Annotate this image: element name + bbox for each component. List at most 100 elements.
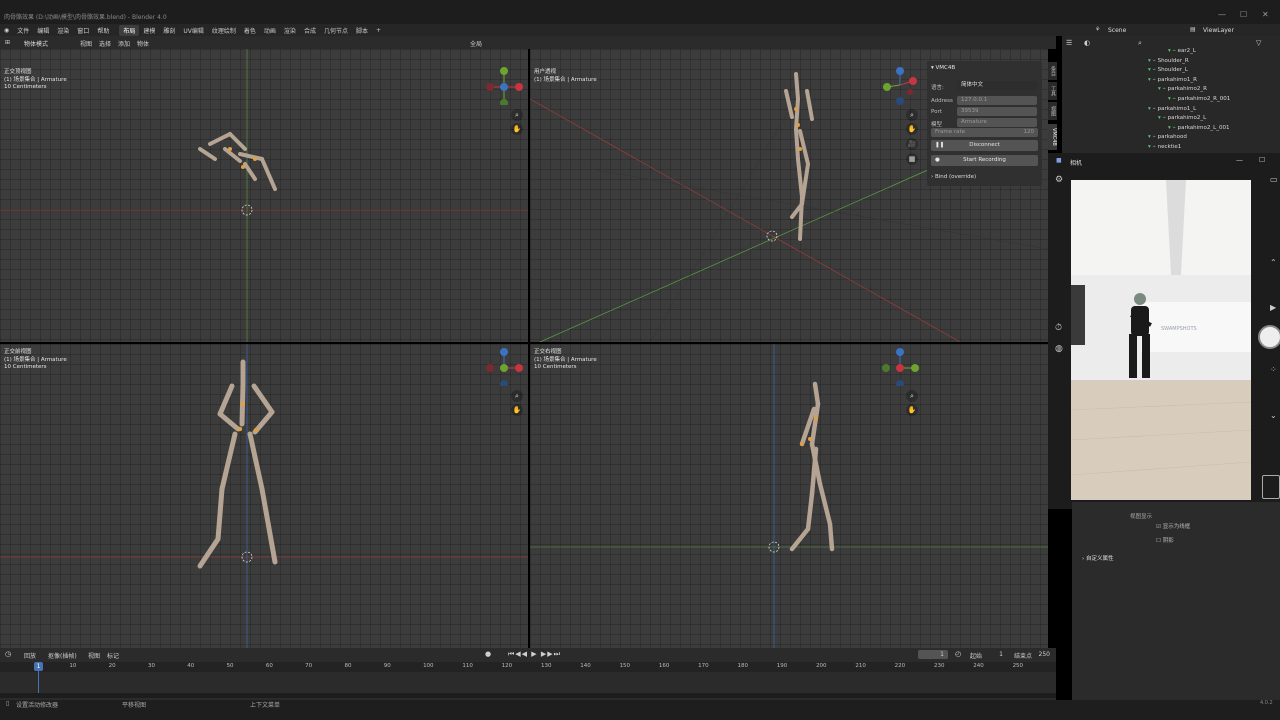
minimize-icon[interactable]: — (1236, 156, 1243, 164)
blender-logo-icon[interactable]: ◉ (0, 27, 13, 34)
outliner-row[interactable]: ▾ ⌁ ear2_L (1168, 48, 1196, 54)
end-frame-field[interactable]: 250 (1032, 650, 1050, 659)
maximize-icon[interactable]: ☐ (1259, 156, 1265, 164)
record-keys-icon[interactable]: ● (485, 650, 491, 658)
add-workspace-icon[interactable]: + (372, 26, 385, 35)
viewport-front[interactable]: 正交前视图 (1) 场景集合 | Armature 10 Centimeters… (0, 344, 528, 648)
grid-icon[interactable]: ⁘ (1270, 365, 1277, 374)
chevron-up-icon[interactable]: ⌃ (1270, 258, 1277, 267)
zoom-icon[interactable]: ⌕ (906, 390, 918, 402)
timer-icon[interactable]: ⏱ (1055, 323, 1062, 333)
playhead[interactable]: 1 (34, 662, 43, 671)
menu-select[interactable]: 选择 (99, 39, 111, 48)
model-field[interactable]: Armature (957, 118, 1037, 127)
pan-hand-icon[interactable]: ✋ (511, 404, 523, 416)
view-layer-name[interactable]: ViewLayer (1203, 27, 1234, 34)
outliner-row[interactable]: ▾ ⌁ Shoulder_L (1148, 67, 1188, 73)
menu-object[interactable]: 物体 (137, 39, 149, 48)
start-frame-field[interactable]: 1 (985, 650, 1003, 659)
bind-override-toggle[interactable]: › Bind (override) (931, 174, 976, 180)
perspective-toggle-icon[interactable]: ▦ (906, 153, 918, 165)
menu-view[interactable]: 视图 (80, 39, 92, 48)
outliner-row[interactable]: ▾ ⌁ parkahimo2_R_001 (1168, 96, 1230, 102)
axis-gizmo-icon[interactable] (880, 346, 920, 386)
camera-view-icon[interactable]: 🎥 (906, 138, 918, 150)
tab-uv-editing[interactable]: UV编辑 (179, 25, 208, 36)
menu-marker[interactable]: 标记 (107, 651, 119, 660)
zoom-icon[interactable]: ⌕ (906, 109, 918, 121)
tab-sculpting[interactable]: 雕刻 (159, 25, 179, 36)
outliner-row[interactable]: ▾ ⌁ Shoulder_R (1148, 58, 1189, 64)
outliner-row[interactable]: ▾ ⌁ necktie1 (1148, 144, 1181, 150)
filter-display-icon[interactable]: ◐ (1084, 39, 1090, 47)
menu-help[interactable]: 帮助 (93, 26, 113, 35)
outliner-editor-icon[interactable]: ☰ (1066, 39, 1072, 47)
playback-controls[interactable]: ⏮◀◀ ▶ ▶▶⏭ (508, 650, 561, 659)
tab-shading[interactable]: 着色 (240, 25, 260, 36)
menu-view[interactable]: 视图 (88, 651, 100, 660)
menu-add[interactable]: 添加 (118, 39, 130, 48)
tab-compositing[interactable]: 合成 (300, 25, 320, 36)
mode-select[interactable]: 物体模式 (24, 39, 48, 48)
tab-scripting[interactable]: 脚本 (352, 25, 372, 36)
outliner-row[interactable]: ▾ ⌁ parkahimo1_L (1148, 106, 1196, 112)
zoom-icon[interactable]: ⌕ (511, 109, 523, 121)
wireframe-checkbox[interactable]: ☑ 显示为线框 (1156, 522, 1190, 530)
menu-edit[interactable]: 编辑 (33, 26, 53, 35)
close-icon[interactable]: ✕ (1262, 10, 1269, 19)
scene-name[interactable]: Scene (1108, 27, 1126, 34)
sidebar-tab-view[interactable]: 视图 (1048, 102, 1057, 120)
language-select[interactable]: 简体中文 (957, 81, 1037, 90)
chevron-down-icon[interactable]: ⌄ (1270, 411, 1277, 420)
axis-gizmo-icon[interactable] (484, 346, 524, 386)
search-icon[interactable]: ⌕ (1138, 39, 1142, 48)
outliner-row[interactable]: ▾ ⌁ parkahimo2_R (1158, 86, 1207, 92)
menu-window[interactable]: 窗口 (73, 26, 93, 35)
hdr-icon[interactable]: ◍ (1055, 344, 1063, 354)
current-frame-field[interactable]: 1 (918, 650, 948, 659)
outliner-row[interactable]: ▾ ⌁ parkahimo1_R (1148, 77, 1197, 83)
tab-rendering[interactable]: 渲染 (280, 25, 300, 36)
sidebar-tab-vmc4b[interactable]: VMC4B (1048, 124, 1057, 150)
gallery-thumbnail[interactable] (1262, 475, 1280, 499)
tab-animation[interactable]: 动画 (260, 25, 280, 36)
video-mode-icon[interactable]: ▶ (1270, 303, 1276, 312)
timeline-scrollbar[interactable] (0, 693, 1056, 698)
address-field[interactable]: 127.0.0.1 (957, 96, 1037, 105)
tab-layout[interactable]: 布局 (119, 24, 140, 36)
settings-gear-icon[interactable]: ⚙ (1055, 175, 1063, 185)
viewport-top[interactable]: 正交顶视图 (1) 场景集合 | Armature 10 Centimeters… (0, 49, 528, 342)
frame-rate-field[interactable]: Frame rate 120 (931, 128, 1038, 137)
panel-title[interactable]: ▾ VMC4B (931, 65, 955, 71)
menu-playback[interactable]: 回放 (24, 651, 36, 660)
outliner-row[interactable]: ▾ ⌁ parkahimo2_L_001 (1168, 125, 1229, 131)
port-field[interactable]: 39539 (957, 107, 1037, 116)
viewport-right[interactable]: 正交右视图 (1) 场景集合 | Armature 10 Centimeters… (530, 344, 1048, 648)
axis-gizmo-icon[interactable] (880, 65, 920, 105)
tab-geometry-nodes[interactable]: 几何节点 (320, 25, 352, 36)
shadow-checkbox[interactable]: ☐ 阴影 (1156, 536, 1174, 544)
menu-render[interactable]: 渲染 (53, 26, 73, 35)
custom-properties-section[interactable]: › 自定义属性 (1082, 554, 1113, 562)
scene-icon[interactable]: ⚘ (1095, 26, 1100, 33)
tab-texture-paint[interactable]: 纹理绘制 (208, 25, 240, 36)
ratio-icon[interactable]: ▭ (1270, 175, 1278, 184)
pan-hand-icon[interactable]: ✋ (906, 404, 918, 416)
sidebar-tab-tool[interactable]: 工具 (1048, 82, 1057, 100)
pan-hand-icon[interactable]: ✋ (511, 123, 523, 135)
transform-orientation[interactable]: 全局 (470, 39, 482, 48)
shutter-button[interactable] (1258, 325, 1280, 349)
tab-modeling[interactable]: 建模 (139, 25, 159, 36)
view-layer-icon[interactable]: ▤ (1190, 26, 1196, 33)
disconnect-button[interactable]: ❚❚ Disconnect (931, 140, 1038, 151)
editor-type-icon[interactable]: ⊞ (5, 39, 10, 46)
axis-gizmo-icon[interactable] (484, 65, 524, 105)
sidebar-tab-item[interactable]: 条目 (1048, 62, 1057, 80)
timeline-editor-icon[interactable]: ◷ (5, 650, 11, 658)
preview-range-icon[interactable]: ◴ (955, 650, 961, 658)
minimize-icon[interactable]: — (1218, 10, 1226, 19)
outliner-row[interactable]: ▾ ⌁ parkahood (1148, 134, 1187, 140)
pan-hand-icon[interactable]: ✋ (906, 123, 918, 135)
zoom-icon[interactable]: ⌕ (511, 390, 523, 402)
maximize-icon[interactable]: ☐ (1240, 10, 1247, 19)
